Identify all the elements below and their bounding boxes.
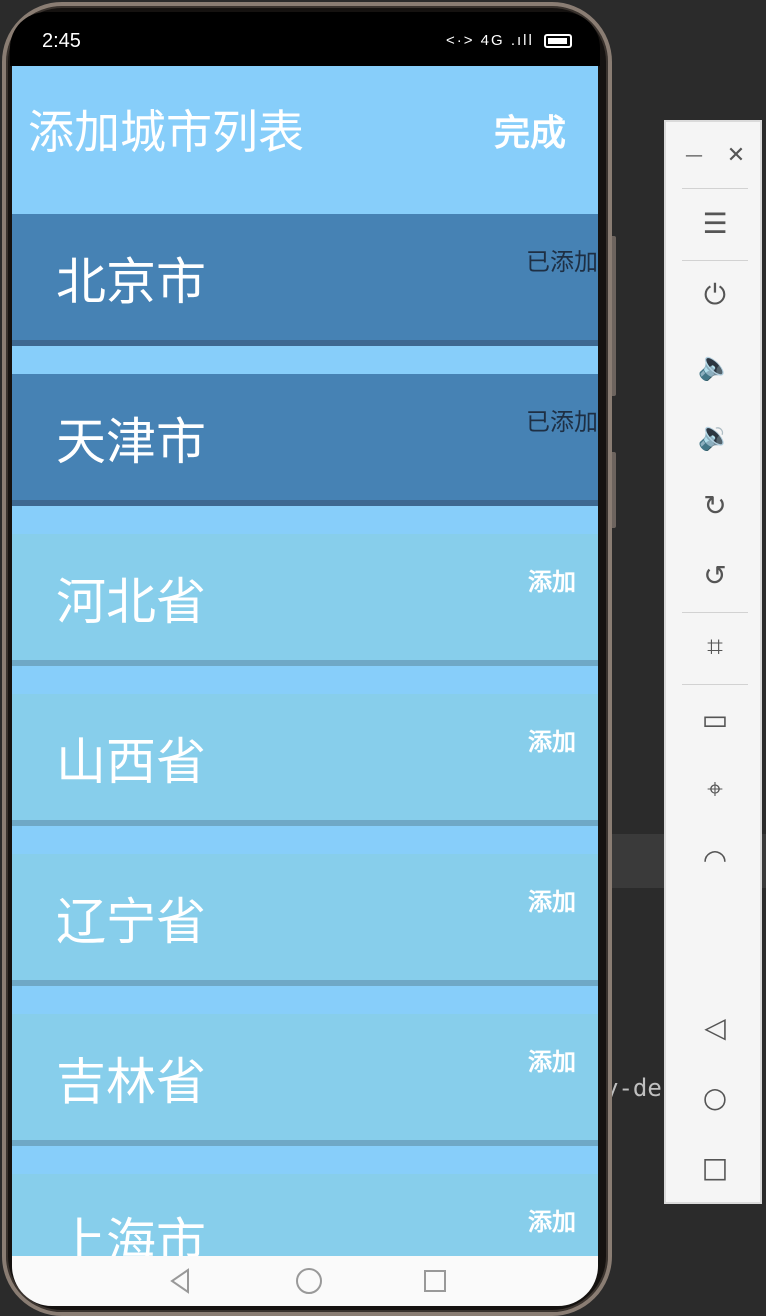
city-name: 吉林省 xyxy=(56,1053,206,1111)
wifi-icon[interactable]: ◠ xyxy=(692,836,738,882)
volume-up-icon[interactable]: 🔈 xyxy=(692,342,738,388)
nav-back-icon[interactable] xyxy=(166,1266,196,1296)
battery-icon[interactable]: ▭ xyxy=(692,696,738,742)
city-name: 北京市 xyxy=(56,253,206,311)
status-time: 2:45 xyxy=(42,30,81,52)
city-name: 上海市 xyxy=(56,1213,206,1256)
city-list-item[interactable]: 北京市 已添加 xyxy=(12,214,598,346)
city-list-item[interactable]: 山西省 添加 xyxy=(12,694,598,826)
menu-icon[interactable]: ☰ xyxy=(692,200,738,246)
add-city-button[interactable]: 添加 xyxy=(528,1202,576,1237)
toolbar-divider xyxy=(682,260,748,261)
city-list-item[interactable]: 上海市 添加 xyxy=(12,1174,598,1256)
volume-down-icon[interactable]: 🔉 xyxy=(692,412,738,458)
city-name: 山西省 xyxy=(56,733,206,791)
toolbar-divider xyxy=(682,612,748,613)
battery-icon xyxy=(544,34,572,49)
add-city-button[interactable]: 添加 xyxy=(528,882,576,917)
add-city-button[interactable]: 添加 xyxy=(528,722,576,757)
add-city-button[interactable]: 添加 xyxy=(528,562,576,597)
emulator-toolbar: — ✕ ☰ ⏻ 🔈 🔉 ↻ ↺ ⌗ ▭ ⌖ ◠ ◁ ○ □ xyxy=(664,120,762,1204)
ide-background-text: y-de xyxy=(604,1074,662,1102)
city-name: 天津市 xyxy=(56,413,206,471)
done-button[interactable]: 完成 xyxy=(494,104,566,156)
added-status-button[interactable]: 已添加 xyxy=(526,242,598,277)
back-icon[interactable]: ◁ xyxy=(692,1004,738,1050)
close-icon[interactable]: ✕ xyxy=(716,132,756,178)
power-icon[interactable]: ⏻ xyxy=(692,272,738,318)
network-icon: <·> 4G .ıll xyxy=(445,32,534,49)
nav-recents-icon[interactable] xyxy=(420,1266,450,1296)
city-list-item[interactable]: 天津市 已添加 xyxy=(12,374,598,506)
minimize-icon[interactable]: — xyxy=(674,132,714,178)
city-name: 河北省 xyxy=(56,573,206,631)
crop-icon[interactable]: ⌗ xyxy=(692,624,738,670)
app-screen: 添加城市列表 完成 北京市 已添加 天津市 已添加 河北省 添加 山西省 添加 辽宁省 添加 吉林省… xyxy=(12,66,598,1256)
city-list-item[interactable]: 河北省 添加 xyxy=(12,534,598,666)
status-bar: 2:45 <·> 4G .ıll xyxy=(10,12,600,66)
toolbar-divider xyxy=(682,188,748,189)
city-name: 辽宁省 xyxy=(56,893,206,951)
page-title: 添加城市列表 xyxy=(28,105,304,159)
app-header: 添加城市列表 完成 xyxy=(12,66,598,214)
overview-icon[interactable]: □ xyxy=(692,1144,738,1190)
status-icons: <·> 4G .ıll xyxy=(446,32,572,49)
city-list-item[interactable]: 辽宁省 添加 xyxy=(12,854,598,986)
added-status-button[interactable]: 已添加 xyxy=(526,402,598,437)
rotate-left-icon[interactable]: ↺ xyxy=(692,552,738,598)
navigation-bar xyxy=(12,1256,598,1306)
toolbar-divider xyxy=(682,684,748,685)
location-icon[interactable]: ⌖ xyxy=(692,766,738,812)
rotate-right-icon[interactable]: ↻ xyxy=(692,482,738,528)
add-city-button[interactable]: 添加 xyxy=(528,1042,576,1077)
home-icon[interactable]: ○ xyxy=(692,1074,738,1120)
city-list-item[interactable]: 吉林省 添加 xyxy=(12,1014,598,1146)
nav-home-icon[interactable] xyxy=(294,1266,324,1296)
